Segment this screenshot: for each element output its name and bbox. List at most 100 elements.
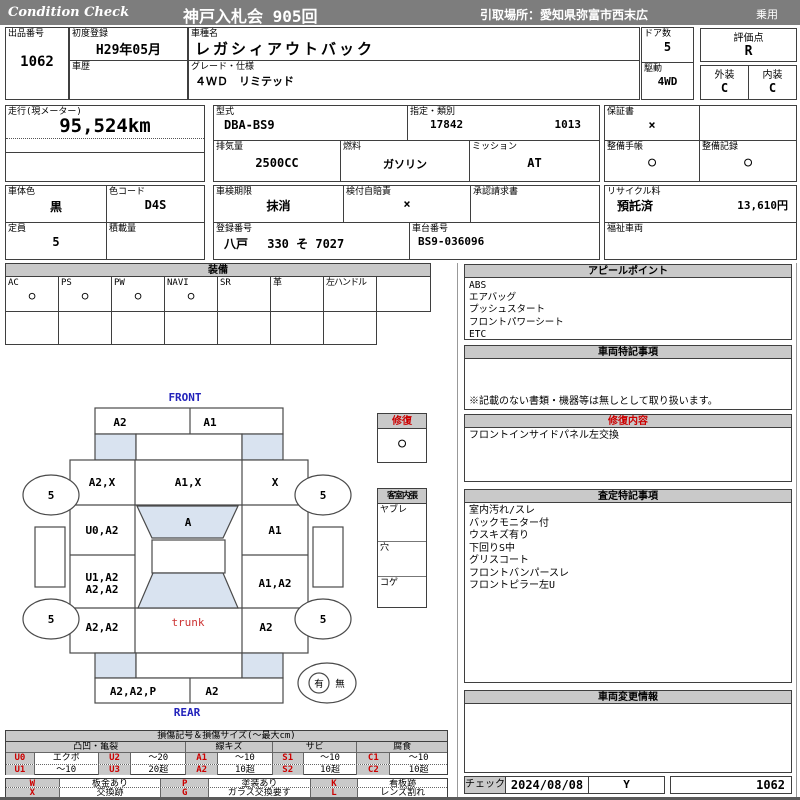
tire-rear-right-rating[interactable]: 5	[320, 613, 327, 626]
cell-door-rear-left-2[interactable]: A2,A2	[85, 583, 118, 596]
equipment-cell-leather: 革	[271, 277, 324, 312]
lot-number-label: 出品番号	[8, 29, 45, 39]
cell-rear-bumper-left[interactable]: A2,A2,P	[110, 685, 157, 698]
legend-group-scratch: 線キズ	[186, 742, 273, 752]
insurance-value: ×	[403, 197, 411, 211]
appeal-panel: アピールポイント ABS エアバッグ プッシュスタート フロントパワーシート E…	[464, 264, 792, 340]
legend-group-dents: 凸凹・亀裂	[6, 742, 187, 752]
cell-door-rear-right[interactable]: A1,A2	[258, 577, 291, 590]
repair-mark-box: 修復 ○	[377, 413, 427, 463]
check-row: チェック 2024/08/08 Y	[464, 776, 665, 794]
capacity-value: 5	[52, 235, 60, 249]
cell-hood[interactable]: A1,X	[175, 476, 202, 489]
presence-no[interactable]: 無	[335, 678, 345, 690]
cell-quarter-left[interactable]: A2,A2	[85, 621, 118, 634]
cell-door-front-right[interactable]: A1	[268, 524, 282, 537]
rating-value: R	[744, 44, 753, 59]
tire-front-left-rating[interactable]: 5	[48, 489, 55, 502]
recycle-box: リサイクル料 預託済 13,610円 福祉車両	[604, 185, 797, 260]
chassis-number-label: 車台番号	[412, 224, 449, 234]
equipment-table: 装備 AC ○ PS ○ PW ○ NAVI ○ SR 革 左ハンドル	[5, 263, 431, 312]
color-code-value: D4S	[144, 198, 167, 212]
class-label: 指定・類別	[410, 107, 456, 117]
first-registration-box: 初度登録 H29年05月 車歴	[69, 27, 188, 100]
interior-lining-box: 客室内張 ヤブレ 穴 コゲ	[377, 488, 427, 608]
appeal-items: ABS エアバッグ プッシュスタート フロントパワーシート ETC	[469, 280, 564, 340]
model-value: レガシィアウトバック	[195, 40, 376, 58]
check-date: 2024/08/08	[506, 777, 589, 793]
cell-windshield[interactable]: A	[185, 516, 192, 529]
repair-details-items: フロントインサイドパネル左交換	[469, 430, 619, 441]
cell-fender-front-left[interactable]: A2,X	[89, 476, 116, 489]
change-info-title: 車両変更情報	[465, 691, 791, 704]
damage-legend-table: 損傷記号＆損傷サイズ(～最大cm) 凸凹・亀裂 線キズ サビ 腐食 U0 エクボ…	[5, 730, 448, 775]
class-no-value: 17842	[430, 118, 464, 131]
interior-tear-label[interactable]: ヤブレ	[378, 504, 426, 542]
registration-number-label: 登録番号	[216, 224, 253, 234]
cell-quarter-right[interactable]: A2	[259, 621, 272, 634]
diagram-rear-label: REAR	[174, 706, 201, 719]
warranty-box: 保証書 × 整備手帳 ○ 整備記録 ○	[604, 105, 797, 182]
grade-label: グレード・仕様	[191, 62, 255, 72]
maintenance-book-value: ○	[648, 155, 656, 170]
first-reg-value: H29年05月	[95, 43, 162, 58]
assessment-title: 査定特記事項	[465, 490, 791, 503]
vehicle-notes-title: 車両特記事項	[465, 346, 791, 359]
color-capacity-box: 車体色 黒 色コード D4S 定員 5 積載量	[5, 185, 205, 260]
vehicle-class: 乗用	[756, 8, 778, 21]
cell-front-bumper-left[interactable]: A2	[113, 416, 126, 429]
type-fuel-box: 型式 DBA-BS9 指定・類別 17842 1013 排気量 2500CC 燃…	[213, 105, 600, 182]
assessment-panel: 査定特記事項 室内汚れ/スレ バックモニター付 ウスキズ有り 下回りS中 グリス…	[464, 489, 792, 683]
interior-burn-label[interactable]: コゲ	[378, 577, 426, 589]
repair-mark-value[interactable]: ○	[378, 436, 426, 451]
assessment-items: 室内汚れ/スレ バックモニター付 ウスキズ有り 下回りS中 グリスコート フロン…	[469, 505, 569, 591]
equipment-cell-ac: AC ○	[6, 277, 59, 312]
vehicle-notes-panel: 車両特記事項 ※記載のない書類・機器等は無しとして取り扱います。	[464, 345, 792, 410]
repair-details-title: 修復内容	[465, 415, 791, 428]
check-lot-box: 1062	[670, 776, 792, 794]
doors-label: ドア数	[644, 29, 672, 39]
maintenance-record-value: ○	[744, 155, 752, 170]
mission-value: AT	[527, 156, 542, 170]
rating-label: 評価点	[733, 33, 764, 44]
check-inspector: Y	[623, 778, 630, 791]
appeal-title: アピールポイント	[465, 265, 791, 278]
tire-rear-left-rating[interactable]: 5	[48, 613, 55, 626]
equipment-empty-row	[5, 311, 377, 345]
doors-value: 5	[663, 40, 672, 54]
equipment-title: 装備	[6, 264, 430, 277]
type-code-value: DBA-BS9	[224, 118, 275, 132]
capacity-label: 定員	[8, 224, 27, 234]
displacement-value: 2500CC	[255, 156, 299, 170]
warranty-label: 保証書	[607, 107, 635, 117]
equipment-cell-pw: PW ○	[112, 277, 165, 312]
brand-logo: Condition Check	[8, 5, 130, 20]
legend-group-rust: サビ	[273, 742, 358, 752]
history-label: 車歴	[72, 62, 91, 72]
inspection-registration-box: 車検期限 抹消 検付自賠責 × 承認請求書 登録番号 八戸 330 そ 7027…	[213, 185, 600, 260]
cell-rear-bumper-right[interactable]: A2	[205, 685, 218, 698]
repair-mark-title: 修復	[378, 414, 426, 429]
doors-box: ドア数 5 駆動 4WD	[641, 27, 694, 100]
cell-fender-front-right[interactable]: X	[272, 476, 279, 489]
rating-box: 評価点 R	[700, 28, 797, 62]
equipment-cell-navi: NAVI ○	[165, 277, 218, 312]
interior-value: C	[768, 81, 777, 95]
body-color-label: 車体色	[8, 187, 36, 197]
right-edge-line	[796, 263, 797, 797]
maintenance-record-label: 整備記録	[702, 142, 739, 152]
legend-title: 損傷記号＆損傷サイズ(～最大cm)	[6, 731, 447, 742]
mission-label: ミッション	[472, 142, 518, 152]
tire-front-right-rating[interactable]: 5	[320, 489, 327, 502]
interior-hole-label[interactable]: 穴	[378, 542, 426, 577]
check-label: チェック	[465, 777, 506, 793]
registration-number-value: 八戸 330 そ 7027	[224, 237, 345, 251]
cell-front-bumper-right[interactable]: A1	[203, 416, 217, 429]
cell-trunk[interactable]: trunk	[171, 616, 204, 629]
presence-yes[interactable]: 有	[314, 678, 324, 690]
change-info-panel: 車両変更情報	[464, 690, 792, 773]
interior-label: 内装	[762, 70, 783, 81]
exterior-value: C	[720, 81, 729, 95]
equipment-cell-ps: PS ○	[59, 277, 112, 312]
cell-door-front-left[interactable]: U0,A2	[85, 524, 118, 537]
